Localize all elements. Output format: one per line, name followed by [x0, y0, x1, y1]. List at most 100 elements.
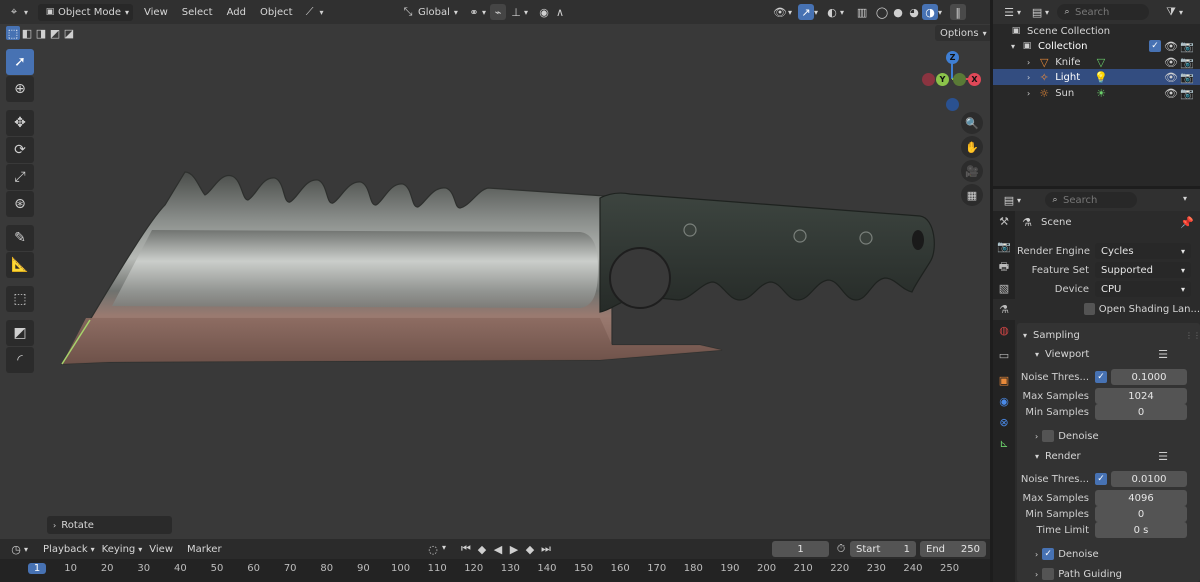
stopwatch-icon[interactable]: ⏱ [833, 541, 849, 557]
sampling-header[interactable]: ▾ Sampling ⋮⋮ [1017, 327, 1200, 343]
render-min-field[interactable]: 0 [1095, 506, 1187, 522]
transform-tool[interactable]: ⊛ [6, 191, 34, 217]
presets-list-icon[interactable]: ☰ [1155, 448, 1171, 464]
viewport-noise-field[interactable]: 0.1000 [1111, 369, 1187, 385]
add-cube-tool[interactable]: ⬚ [6, 286, 34, 312]
scene-collection-row[interactable]: ▣ Scene Collection [993, 23, 1200, 39]
current-frame-marker[interactable]: 1 [28, 563, 46, 574]
menu-keying[interactable]: Keying [95, 544, 143, 555]
render-noise-field[interactable]: 0.0100 [1111, 471, 1187, 487]
wireframe-shading-icon[interactable]: ◯ [874, 4, 890, 20]
gizmo-neg-x-axis[interactable] [922, 73, 935, 86]
editor-type-icon[interactable]: ⌖ [6, 4, 22, 20]
tab-physics[interactable]: ◉ [993, 391, 1015, 412]
camera-icon[interactable]: 📷 [1179, 85, 1195, 101]
viewport-denoise-checkbox[interactable] [1042, 430, 1055, 442]
properties-editor-icon[interactable]: ▤ [1001, 192, 1017, 208]
pivot-icon[interactable]: ⚭ [466, 4, 482, 20]
rendered-shading-icon[interactable]: ◑ [922, 4, 939, 20]
sun-data-icon[interactable]: ☀ [1093, 85, 1109, 101]
collection-checkbox[interactable]: ✓ [1149, 40, 1161, 52]
pause-render-icon[interactable]: ‖ [950, 4, 967, 20]
mesh-data-icon[interactable]: ▽ [1093, 54, 1109, 70]
scale-tool[interactable]: ⤢ [6, 164, 34, 190]
snap-target-icon[interactable]: ⊥ [508, 4, 524, 20]
viewport-noise-checkbox[interactable]: ✓ [1095, 371, 1107, 383]
camera-icon[interactable]: 📷 [1179, 69, 1195, 85]
start-frame-field[interactable]: Start 1 [850, 541, 916, 557]
visibility-icon[interactable]: 👁 [772, 4, 788, 20]
next-keyframe-icon[interactable]: ◆ [522, 541, 538, 557]
falloff-icon[interactable]: ∧ [552, 4, 568, 20]
proportional-edit-icon[interactable]: ◉ [536, 4, 552, 20]
path-guiding-row[interactable]: › Path Guiding [1017, 566, 1200, 582]
timeline-ruler[interactable]: 1 10 20 30 40 50 60 70 80 90 100 110 120 130 140 150 160… [0, 559, 990, 582]
menu-select[interactable]: Select [175, 7, 220, 18]
jump-end-icon[interactable]: ⏭ [538, 541, 554, 557]
play-icon[interactable]: ▶ [506, 541, 522, 557]
tab-object[interactable]: ▣ [993, 370, 1015, 391]
tab-view-layer[interactable]: ▧ [993, 278, 1015, 299]
chevron-down-icon[interactable]: ▾ [1183, 194, 1187, 203]
camera-view-icon[interactable]: 🎥 [961, 160, 983, 182]
tab-render[interactable]: 📷 [993, 236, 1015, 257]
gizmo-neg-y-axis[interactable] [953, 73, 966, 86]
render-engine-dropdown[interactable]: Cycles ▾ [1095, 243, 1191, 259]
tab-output[interactable]: 🖶 [993, 257, 1015, 278]
tab-collection[interactable]: ▭ [993, 345, 1015, 366]
transform-orientation[interactable]: ⤡ Global ▾ [400, 4, 458, 20]
cursor-tool[interactable]: ⊕ [6, 76, 34, 102]
tab-tool[interactable]: ⚒ [993, 211, 1015, 232]
play-reverse-icon[interactable]: ◀ [490, 541, 506, 557]
menu-view[interactable]: View [142, 544, 180, 555]
viewport-denoise-row[interactable]: › Denoise [1017, 428, 1200, 444]
render-denoise-row[interactable]: › ✓ Denoise [1017, 546, 1200, 562]
tab-world[interactable]: ◍ [993, 320, 1015, 341]
properties-search-input[interactable]: ⌕ Search [1045, 192, 1138, 208]
render-subpanel-header[interactable]: ▾ Render ☰ [1017, 448, 1200, 464]
outliner-search-input[interactable]: ⌕ Search [1057, 4, 1150, 20]
chevron-right-icon[interactable]: › [1027, 73, 1030, 82]
auto-keying-icon[interactable]: ◌ [425, 541, 441, 557]
gizmo-neg-z-axis[interactable] [946, 98, 959, 111]
outliner-editor-icon[interactable]: ☰ [1001, 4, 1017, 20]
render-noise-checkbox[interactable]: ✓ [1095, 473, 1107, 485]
render-max-field[interactable]: 4096 [1095, 490, 1187, 506]
menu-object[interactable]: Object [253, 7, 300, 18]
path-guiding-checkbox[interactable] [1042, 568, 1055, 580]
display-mode-icon[interactable]: ▤ [1029, 4, 1045, 20]
tab-constraints[interactable]: ⊗ [993, 412, 1015, 433]
tab-data[interactable]: ⊾ [993, 433, 1015, 454]
menu-marker[interactable]: Marker [180, 544, 229, 555]
menu-add[interactable]: Add [220, 7, 253, 18]
device-dropdown[interactable]: CPU ▾ [1095, 281, 1191, 297]
osl-checkbox[interactable] [1084, 303, 1095, 315]
chevron-down-icon[interactable]: ▾ [1011, 42, 1015, 51]
eye-icon[interactable]: 👁 [1163, 38, 1179, 54]
end-frame-field[interactable]: End 250 [920, 541, 986, 557]
outliner-item-light[interactable]: › ✧ Light 💡 👁 📷 [993, 69, 1200, 85]
gizmo-z-axis[interactable]: Z [946, 51, 959, 64]
jump-start-icon[interactable]: ⏮ [458, 541, 474, 557]
material-shading-icon[interactable]: ◕ [906, 4, 922, 20]
collection-row[interactable]: ▾ ▣ Collection ✓ 👁 📷 [993, 38, 1200, 54]
knife-model[interactable] [0, 0, 990, 539]
eye-icon[interactable]: 👁 [1163, 69, 1179, 85]
render-denoise-checkbox[interactable]: ✓ [1042, 548, 1055, 560]
camera-frame-tool[interactable]: ◩ [6, 320, 34, 346]
time-limit-field[interactable]: 0 s [1095, 522, 1187, 538]
viewport-min-field[interactable]: 0 [1095, 404, 1187, 420]
camera-icon[interactable]: 📷 [1179, 38, 1195, 54]
timeline-editor-icon[interactable]: ◷ [8, 541, 24, 557]
select-new-icon[interactable]: ⬚ [6, 26, 20, 40]
prev-keyframe-icon[interactable]: ◆ [474, 541, 490, 557]
options-button[interactable]: Options ▾ [935, 25, 990, 41]
filter-icon[interactable]: ⧩ [1163, 4, 1179, 20]
current-frame-field[interactable]: 1 [772, 541, 829, 557]
select-subtract-icon[interactable]: ◨ [34, 26, 48, 40]
last-operation-panel[interactable]: › Rotate [47, 516, 172, 534]
eye-icon[interactable]: 👁 [1163, 54, 1179, 70]
measure-tool[interactable]: 📐 [6, 252, 34, 278]
pan-hand-icon[interactable]: ✋ [961, 136, 983, 158]
chevron-right-icon[interactable]: › [1027, 58, 1030, 67]
